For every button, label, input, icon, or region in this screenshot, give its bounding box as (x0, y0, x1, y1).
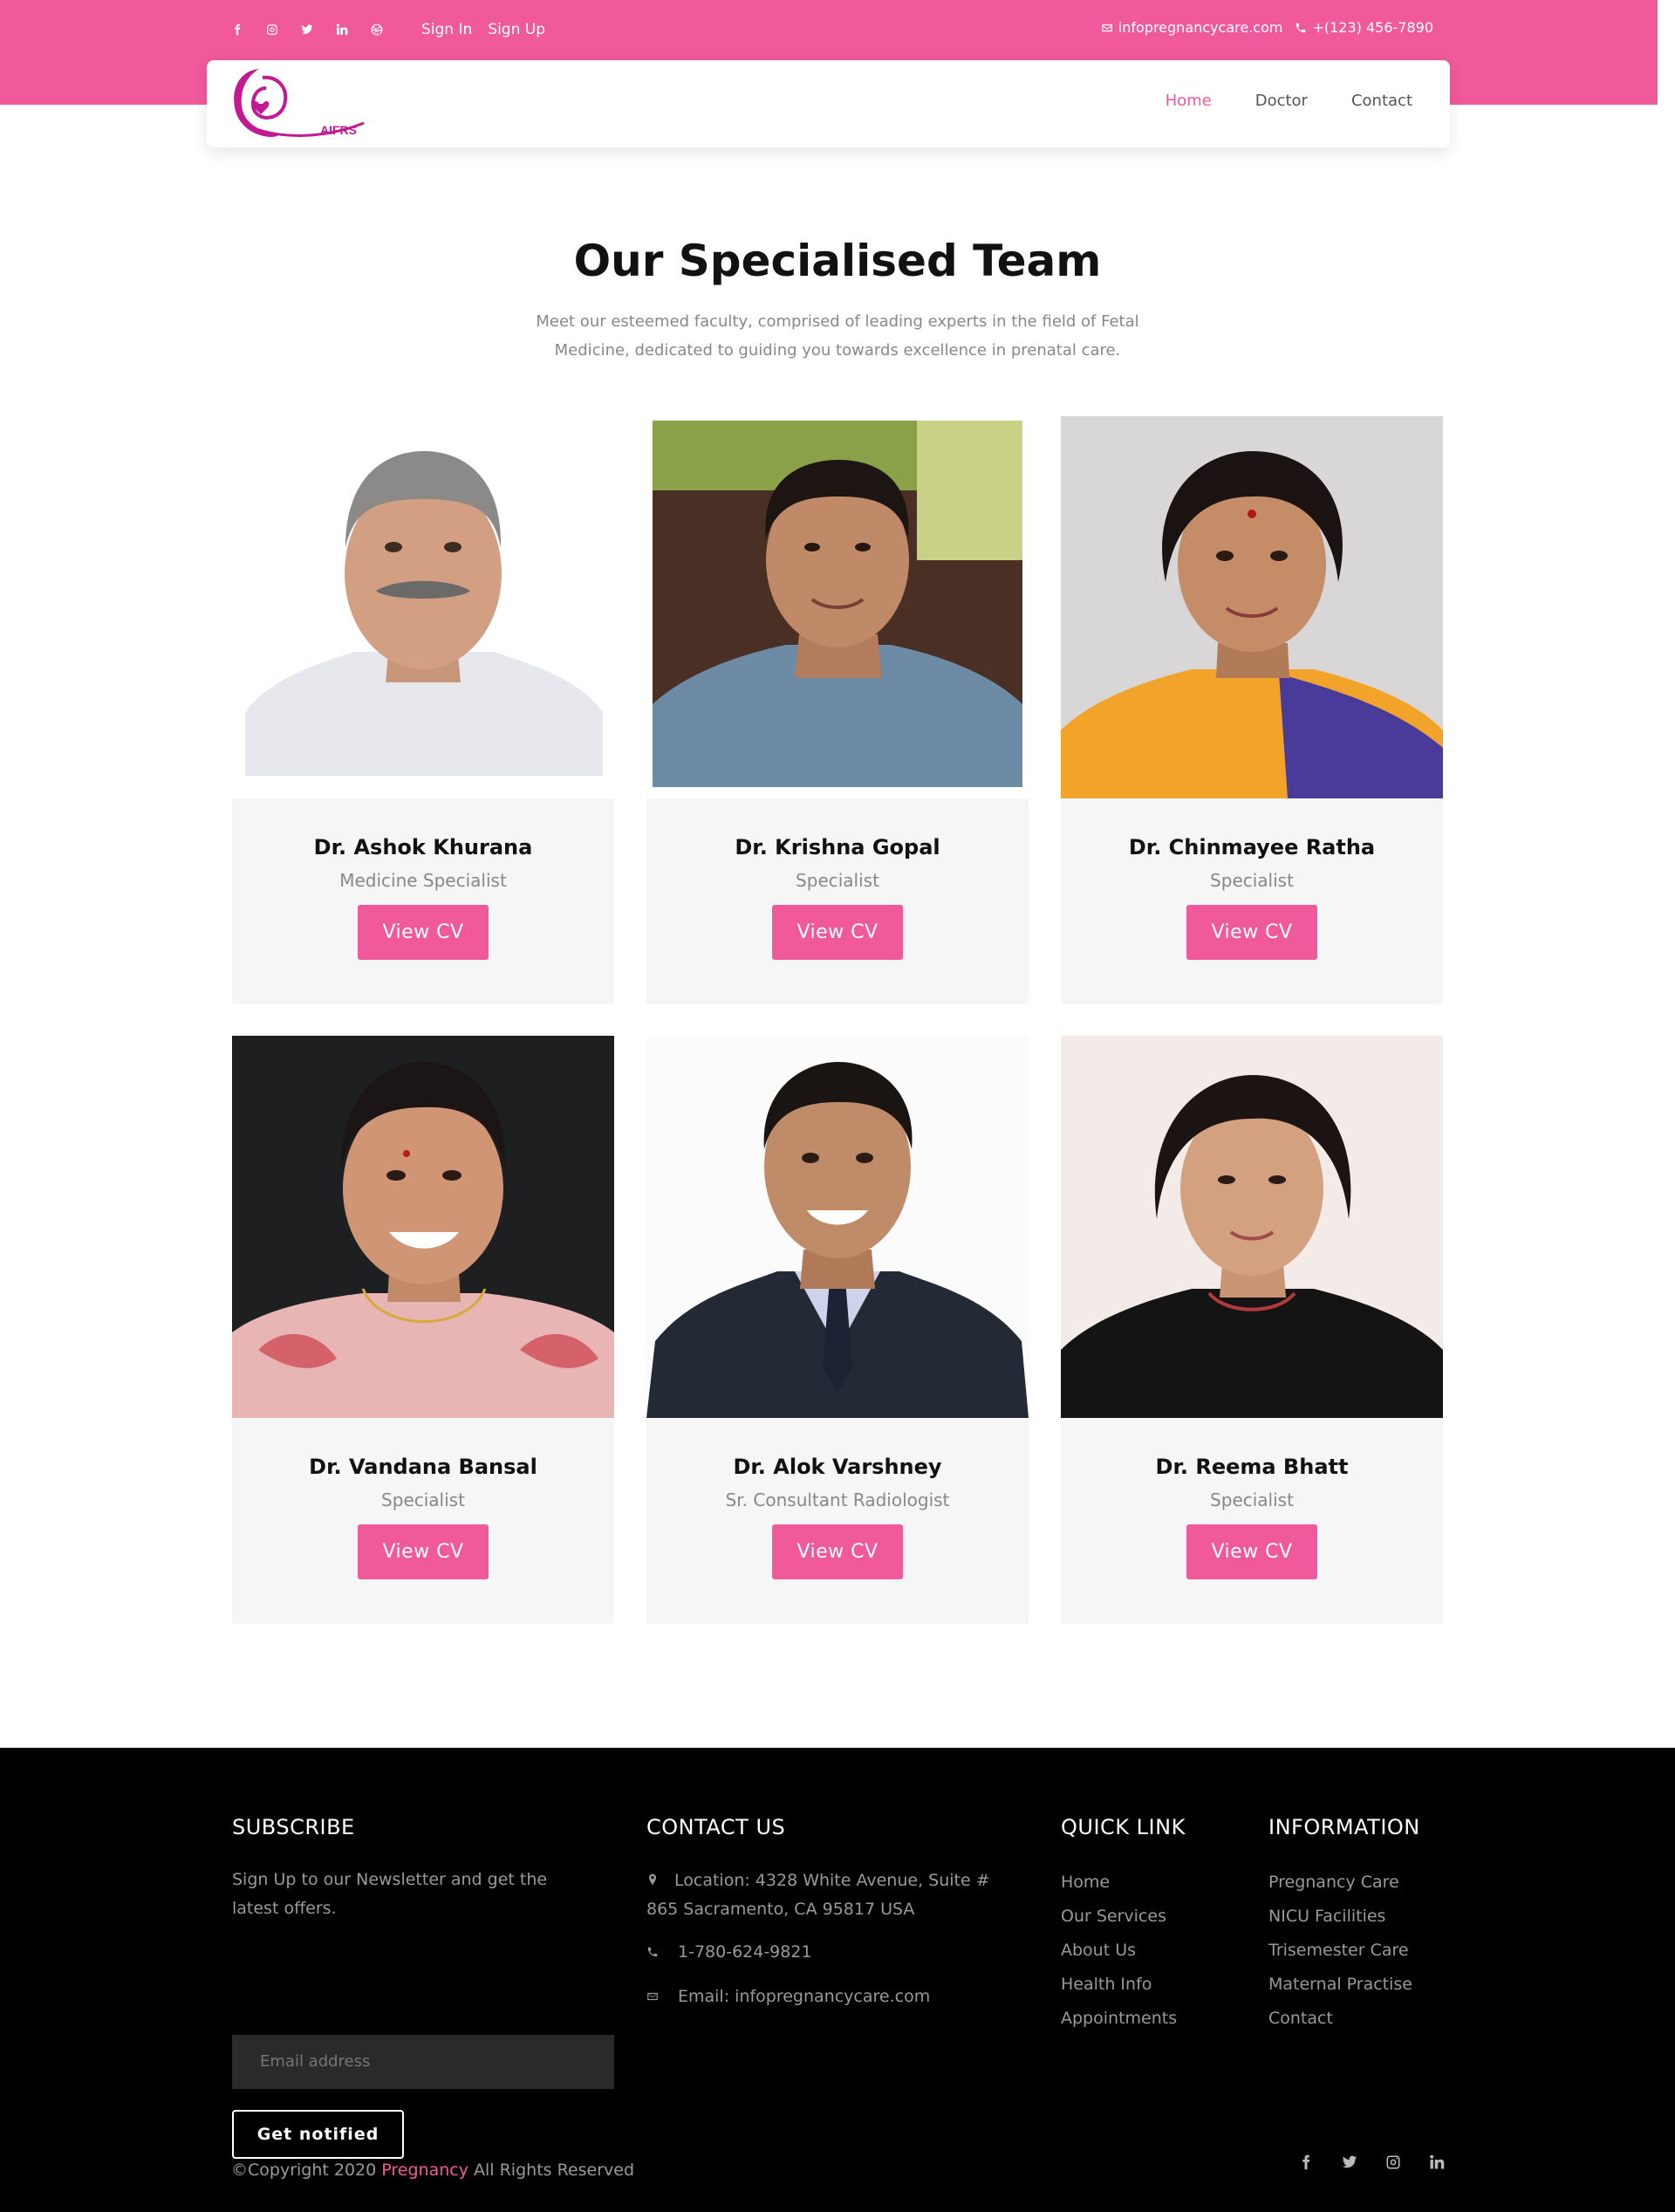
footer-subscribe: SUBSCRIBE Sign Up to our Newsletter and … (232, 1815, 616, 2181)
info-link-nicu[interactable]: NICU Facilities (1268, 1900, 1478, 1934)
phone-icon (647, 1947, 658, 1957)
quick-link-about[interactable]: About Us (1061, 1934, 1253, 1968)
doctor-info: Dr. Alok Varshney Sr. Consultant Radiolo… (646, 1418, 1029, 1624)
facebook-icon[interactable] (1298, 2154, 1314, 2174)
doctor-name: Dr. Vandana Bansal (309, 1455, 537, 1479)
map-pin-icon (648, 1873, 657, 1886)
doctor-photo (646, 416, 1029, 798)
email-input[interactable] (232, 2035, 614, 2089)
copyright-brand-link[interactable]: Pregnancy (381, 2161, 468, 2180)
facebook-icon[interactable] (231, 21, 266, 38)
doctor-info: Dr. Chinmayee Ratha Specialist View CV (1061, 798, 1443, 1004)
twitter-icon[interactable] (301, 21, 336, 38)
subscribe-text: Sign Up to our Newsletter and get the la… (232, 1870, 548, 1918)
top-email-text: infopregnancycare.com (1118, 19, 1283, 36)
dribbble-icon[interactable] (371, 21, 406, 38)
doctor-role: Medicine Specialist (339, 870, 507, 891)
doctor-name: Dr. Chinmayee Ratha (1128, 835, 1376, 859)
sign-up-link[interactable]: Sign Up (488, 21, 545, 38)
envelope-icon (1101, 24, 1112, 31)
doctor-photo (1061, 1036, 1443, 1418)
footer-information: INFORMATION Pregnancy Care NICU Faciliti… (1268, 1815, 1478, 2036)
nav-doctor[interactable]: Doctor (1255, 92, 1308, 110)
top-phone-text: +(123) 456-7890 (1312, 19, 1433, 36)
doctor-info: Dr. Ashok Khurana Medicine Specialist Vi… (232, 798, 614, 1004)
top-email[interactable]: infopregnancycare.com (1101, 19, 1283, 36)
top-contact-info: infopregnancycare.com +(123) 456-7890 (1101, 19, 1433, 36)
doctor-photo (232, 1036, 614, 1418)
linkedin-icon[interactable] (336, 21, 371, 38)
doctor-role: Specialist (796, 870, 879, 891)
contact-email[interactable]: Email: infopregnancycare.com (646, 1983, 1030, 2011)
twitter-icon[interactable] (1342, 2154, 1357, 2174)
info-link-contact[interactable]: Contact (1268, 2002, 1478, 2036)
info-link-maternal[interactable]: Maternal Practise (1268, 1968, 1478, 2002)
quick-link-health-info[interactable]: Health Info (1061, 1968, 1253, 2002)
doctor-role: Sr. Consultant Radiologist (725, 1490, 950, 1510)
top-phone[interactable]: +(123) 456-7890 (1295, 19, 1433, 36)
contact-phone[interactable]: 1-780-624-9821 (646, 1938, 1030, 1967)
doctor-name: Dr. Krishna Gopal (735, 835, 940, 859)
doctor-name: Dr. Alok Varshney (733, 1455, 942, 1479)
top-social-links: Sign In Sign Up (231, 21, 545, 38)
copyright: ©Copyright 2020 Pregnancy All Rights Res… (231, 2161, 635, 2180)
get-notified-button[interactable]: Get notified (232, 2110, 404, 2159)
nav-contact[interactable]: Contact (1351, 92, 1412, 110)
team-card: Dr. Reema Bhatt Specialist View CV (1061, 1036, 1443, 1624)
contact-location: Location: 4328 White Avenue, Suite # 865… (646, 1871, 990, 1919)
view-cv-button[interactable]: View CV (772, 1524, 903, 1579)
doctor-role: Specialist (1210, 1490, 1294, 1510)
information-heading: INFORMATION (1268, 1815, 1420, 1839)
team-card: Dr. Krishna Gopal Specialist View CV (646, 416, 1029, 1004)
doctor-photo (232, 416, 614, 798)
footer: SUBSCRIBE Sign Up to our Newsletter and … (0, 1748, 1675, 2212)
contact-heading: CONTACT US (646, 1815, 786, 1839)
doctor-role: Specialist (381, 1490, 465, 1510)
team-card: Dr. Chinmayee Ratha Specialist View CV (1061, 416, 1443, 1004)
quick-link-home[interactable]: Home (1061, 1866, 1253, 1900)
phone-icon (1296, 23, 1306, 32)
view-cv-button[interactable]: View CV (358, 905, 489, 960)
nav-home[interactable]: Home (1166, 92, 1212, 110)
view-cv-button[interactable]: View CV (772, 905, 903, 960)
view-cv-button[interactable]: View CV (358, 1524, 489, 1579)
view-cv-button[interactable]: View CV (1186, 1524, 1317, 1579)
team-card: Dr. Alok Varshney Sr. Consultant Radiolo… (646, 1036, 1029, 1624)
quick-link-heading: QUICK LINK (1061, 1815, 1186, 1839)
instagram-icon[interactable] (266, 21, 301, 38)
footer-quick-links: QUICK LINK Home Our Services About Us He… (1061, 1815, 1253, 2036)
info-link-trisemester[interactable]: Trisemester Care (1268, 1934, 1478, 1968)
sign-in-link[interactable]: Sign In (421, 21, 472, 38)
doctor-info: Dr. Reema Bhatt Specialist View CV (1061, 1418, 1443, 1624)
doctor-info: Dr. Krishna Gopal Specialist View CV (646, 798, 1029, 1004)
doctor-photo (646, 1036, 1029, 1418)
site-logo[interactable]: AIFRS (224, 62, 368, 146)
footer-social-links (1298, 2154, 1445, 2174)
doctor-photo (1061, 416, 1443, 798)
linkedin-icon[interactable] (1429, 2154, 1445, 2174)
team-card: Dr. Ashok Khurana Medicine Specialist Vi… (232, 416, 614, 1004)
subscribe-heading: SUBSCRIBE (232, 1815, 355, 1839)
svg-text:AIFRS: AIFRS (320, 123, 357, 137)
quick-link-services[interactable]: Our Services (1061, 1900, 1253, 1934)
doctor-info: Dr. Vandana Bansal Specialist View CV (232, 1418, 614, 1624)
view-cv-button[interactable]: View CV (1186, 905, 1317, 960)
envelope-icon (647, 1992, 658, 2001)
doctor-name: Dr. Ashok Khurana (313, 835, 533, 859)
quick-link-appointments[interactable]: Appointments (1061, 2002, 1253, 2036)
team-card: Dr. Vandana Bansal Specialist View CV (232, 1036, 614, 1624)
info-link-pregnancy-care[interactable]: Pregnancy Care (1268, 1866, 1478, 1900)
doctor-role: Specialist (1210, 870, 1294, 891)
main-navbar: AIFRS Home Doctor Contact (207, 60, 1450, 147)
instagram-icon[interactable] (1385, 2154, 1401, 2174)
footer-contact: CONTACT US Location: 4328 White Avenue, … (646, 1815, 1030, 2011)
nav-menu: Home Doctor Contact (1166, 92, 1412, 110)
team-title: Our Specialised Team (573, 236, 1102, 286)
doctor-name: Dr. Reema Bhatt (1155, 1455, 1349, 1479)
team-subtitle: Meet our esteemed faculty, comprised of … (536, 312, 1139, 360)
